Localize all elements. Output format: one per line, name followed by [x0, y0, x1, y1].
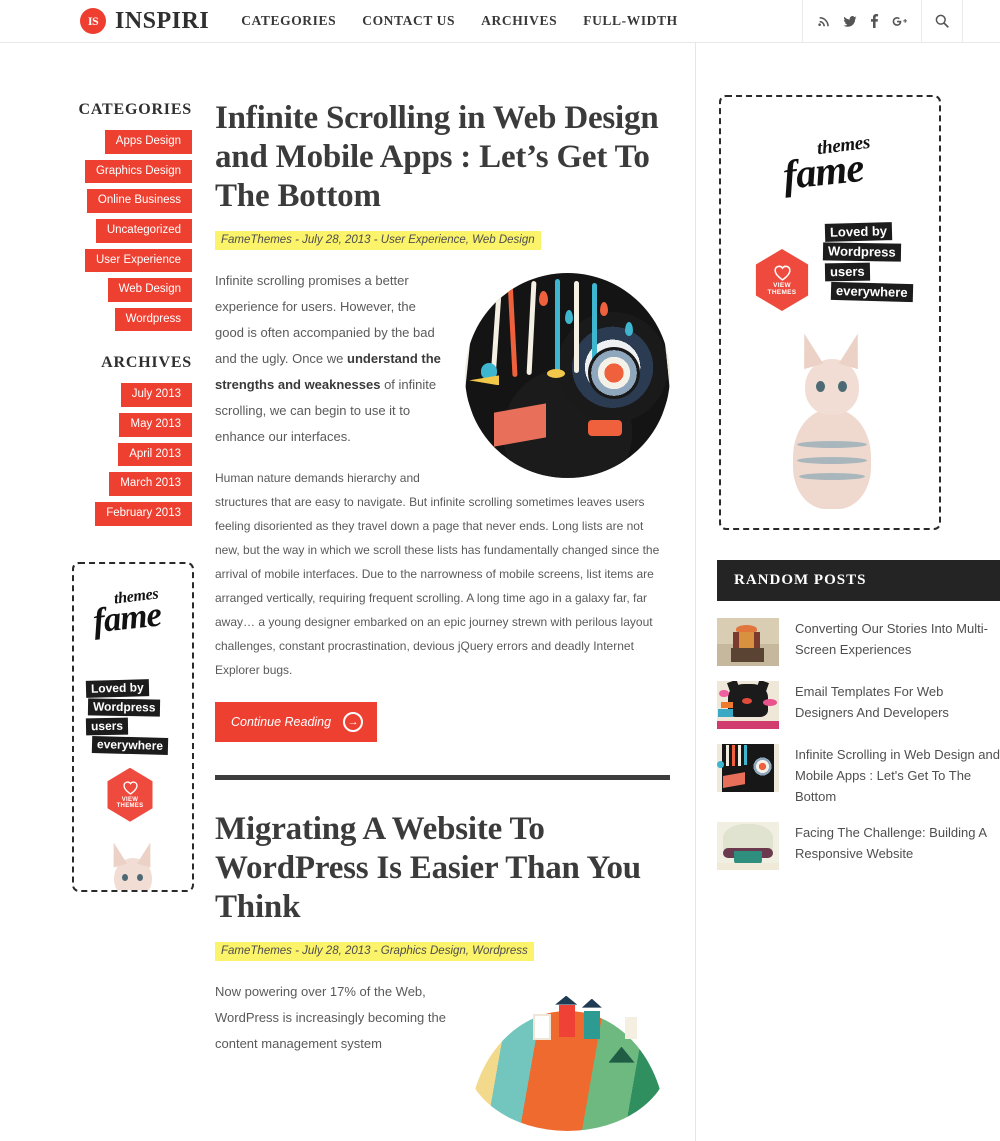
random-post-title: Converting Our Stories Into Multi-Screen… [795, 621, 988, 658]
category-uncategorized[interactable]: Uncategorized [95, 218, 192, 243]
cat-illustration-right [721, 325, 939, 509]
article-2-meta[interactable]: FameThemes - July 28, 2013 - Graphics De… [215, 941, 534, 961]
random-post-item[interactable]: Email Templates For Web Designers And De… [717, 681, 1000, 729]
nav-item-full-width[interactable]: FULL-WIDTH [583, 13, 678, 29]
random-post-thumbnail [717, 681, 779, 729]
categories-widget-title: CATEGORIES [78, 101, 192, 118]
right-sidebar-ad-banner[interactable]: themes fame VIEW THEMES Loved by Wordpre… [719, 95, 941, 530]
archives-widget-title: ARCHIVES [101, 354, 192, 372]
famethemes-logo-bottom-right: fame [780, 143, 866, 199]
category-wordpress[interactable]: Wordpress [114, 307, 192, 332]
loved-line-2-right: Wordpress [822, 242, 901, 262]
random-post-title: Facing The Challenge: Building A Respons… [795, 825, 987, 862]
logo-text: INSPIRI [115, 7, 210, 34]
heart-icon-right [773, 265, 791, 281]
loved-line-1-right: Loved by [824, 222, 893, 242]
view-themes-line2: THEMES [116, 803, 144, 810]
loved-line-3-right: users [824, 262, 870, 282]
category-web-design[interactable]: Web Design [107, 278, 192, 302]
article-1-title[interactable]: Infinite Scrolling in Web Design and Mob… [215, 99, 670, 216]
loved-line-1: Loved by [85, 678, 149, 698]
site-logo[interactable]: IS INSPIRI [80, 8, 209, 35]
nav-item-contact-us[interactable]: CONTACT US [362, 13, 455, 29]
loved-line-3: users [85, 717, 129, 736]
cat-illustration [74, 838, 192, 890]
view-themes-button-right[interactable]: VIEW THEMES [755, 249, 809, 311]
loved-line-2: Wordpress [87, 698, 161, 717]
facebook-icon[interactable] [862, 0, 887, 42]
category-graphics-design[interactable]: Graphics Design [84, 159, 192, 184]
main-content: Infinite Scrolling in Web Design and Mob… [215, 43, 695, 1141]
nav-item-archives[interactable]: ARCHIVES [481, 13, 557, 29]
article-1-featured-image[interactable] [465, 272, 670, 478]
heart-icon [122, 781, 138, 795]
famethemes-logo-bottom: fame [91, 594, 163, 641]
google-plus-icon[interactable] [887, 0, 912, 42]
random-post-item[interactable]: Infinite Scrolling in Web Design and Mob… [717, 744, 1000, 807]
archive-may-2013[interactable]: May 2013 [119, 413, 192, 437]
article-1-para2: Human nature demands hierarchy and struc… [215, 470, 660, 677]
arrow-right-icon: → [343, 711, 364, 732]
social-links [802, 0, 1000, 42]
category-user-experience[interactable]: User Experience [84, 248, 192, 273]
loved-line-4: everywhere [91, 735, 169, 755]
article-divider [215, 774, 670, 780]
page-root: IS INSPIRI CATEGORIES CONTACT US ARCHIVE… [0, 0, 1000, 1141]
archive-march-2013[interactable]: March 2013 [109, 472, 192, 497]
left-sidebar: CATEGORIES Apps Design Graphics Design O… [0, 43, 215, 1141]
archive-july-2013[interactable]: July 2013 [120, 383, 192, 408]
rss-icon[interactable] [812, 0, 837, 42]
random-post-thumbnail [717, 618, 779, 666]
article-1: Infinite Scrolling in Web Design and Mob… [215, 99, 670, 742]
category-apps-design[interactable]: Apps Design [104, 130, 192, 154]
twitter-icon[interactable] [837, 0, 862, 42]
random-post-thumbnail [717, 822, 779, 871]
loved-line-4-right: everywhere [830, 281, 913, 303]
random-post-item[interactable]: Converting Our Stories Into Multi-Screen… [717, 618, 1000, 666]
random-posts-widget-title: RANDOM POSTS [717, 560, 1000, 601]
random-post-thumbnail [717, 744, 779, 792]
random-posts-list: Converting Our Stories Into Multi-Screen… [717, 618, 1000, 871]
loved-by-badge-right: Loved by Wordpress users everywhere [822, 222, 913, 303]
archive-april-2013[interactable]: April 2013 [118, 442, 192, 467]
random-post-item[interactable]: Facing The Challenge: Building A Respons… [717, 822, 1000, 871]
right-sidebar: themes fame VIEW THEMES Loved by Wordpre… [695, 43, 1000, 1141]
continue-reading-label-1: Continue Reading [231, 714, 332, 729]
loved-by-badge: Loved by Wordpress users everywhere [85, 678, 192, 756]
header-right-spacer [963, 0, 1000, 42]
category-online-business[interactable]: Online Business [86, 189, 192, 213]
page-body: CATEGORIES Apps Design Graphics Design O… [0, 43, 1000, 1141]
article-2: Migrating A Website To WordPress Is Easi… [215, 810, 670, 1131]
view-themes-line2-right: THEMES [767, 288, 797, 296]
left-sidebar-ad-banner[interactable]: themes fame Loved by Wordpress users eve… [72, 561, 194, 892]
continue-reading-button-1[interactable]: Continue Reading → [215, 701, 378, 742]
right-ad-middle-row: VIEW THEMES Loved by Wordpress users eve… [721, 215, 939, 311]
article-2-title[interactable]: Migrating A Website To WordPress Is Easi… [215, 810, 670, 927]
archive-february-2013[interactable]: February 2013 [95, 502, 192, 526]
article-1-excerpt-2: Human nature demands hierarchy and struc… [215, 466, 670, 682]
main-navigation: CATEGORIES CONTACT US ARCHIVES FULL-WIDT… [241, 13, 704, 29]
famethemes-logo: themes fame [74, 584, 192, 656]
random-post-title: Infinite Scrolling in Web Design and Mob… [795, 747, 1000, 805]
categories-list: Apps Design Graphics Design Online Busin… [0, 130, 215, 337]
logo-mark-icon: IS [80, 8, 106, 34]
nav-item-categories[interactable]: CATEGORIES [241, 13, 336, 29]
article-2-featured-image[interactable] [465, 980, 670, 1131]
random-post-title: Email Templates For Web Designers And De… [795, 684, 949, 721]
archives-list: July 2013 May 2013 April 2013 March 2013… [0, 383, 215, 531]
view-themes-button[interactable]: VIEW THEMES [107, 767, 153, 822]
famethemes-logo-right: themes fame [721, 129, 939, 215]
site-header: IS INSPIRI CATEGORIES CONTACT US ARCHIVE… [0, 0, 1000, 43]
search-icon[interactable] [921, 0, 963, 42]
article-1-meta[interactable]: FameThemes - July 28, 2013 - User Experi… [215, 230, 541, 250]
